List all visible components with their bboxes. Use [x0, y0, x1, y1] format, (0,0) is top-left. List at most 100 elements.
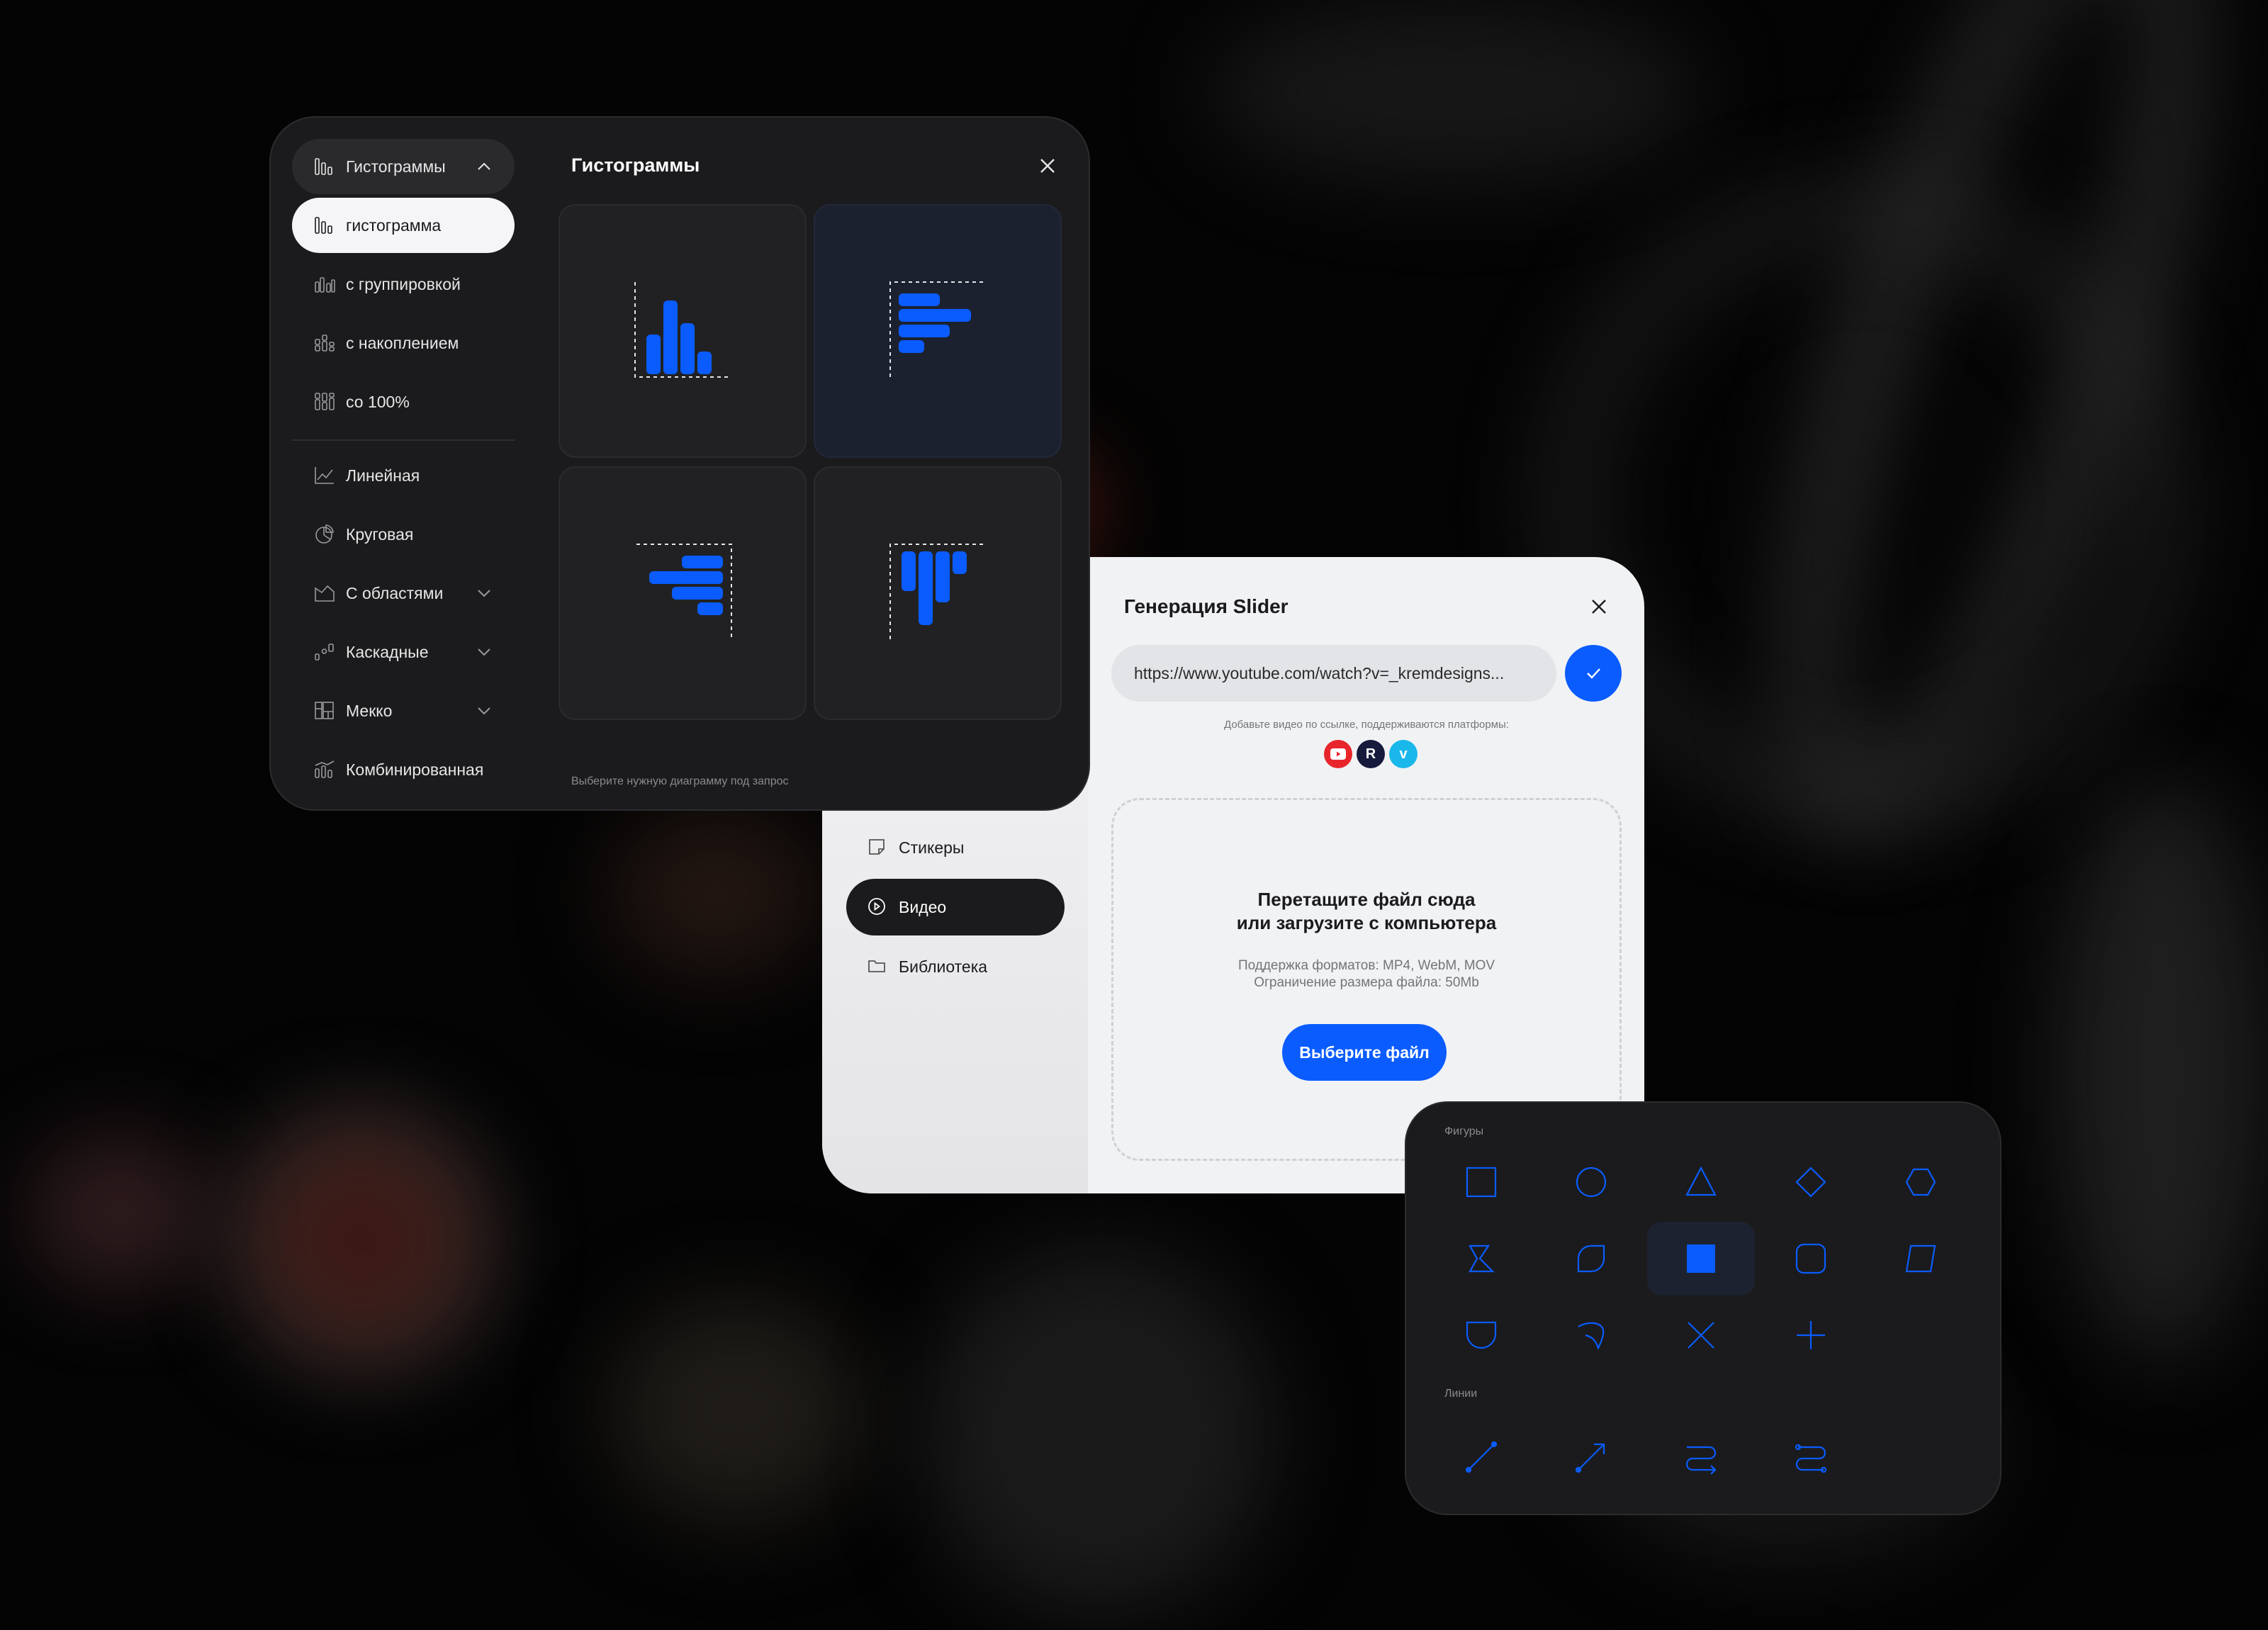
plus-icon [1797, 1321, 1825, 1349]
hexagon-icon [1905, 1168, 1936, 1196]
shapes-panel: Фигуры Линии [1405, 1101, 2002, 1515]
shape-sigma[interactable] [1427, 1222, 1535, 1295]
menu-item-label: Стикеры [899, 838, 965, 857]
sticker-icon [866, 836, 889, 859]
sidebar-item-waterfall[interactable]: Каскадные [292, 624, 515, 680]
bar-chart-icon [312, 214, 337, 237]
horizontal-bars-right-preview-icon [636, 544, 732, 639]
confirm-button[interactable] [1565, 645, 1622, 702]
chevron-down-icon[interactable] [475, 702, 493, 720]
hook-icon [1578, 1322, 1605, 1350]
menu-item-library[interactable]: Библиотека [846, 938, 1065, 995]
shape-filled-square[interactable] [1647, 1222, 1755, 1295]
tile-vertical-bars-down[interactable] [814, 466, 1062, 720]
menu-item-label: Видео [899, 897, 947, 916]
size-limit: Ограничение размера файла: 50Mb [1254, 975, 1479, 990]
chart-variant-grid [558, 204, 1062, 730]
bg-shape [610, 808, 822, 978]
video-url-input[interactable]: https://www.youtube.com/watch?v=_kremdes… [1111, 645, 1556, 702]
sigma-icon [1469, 1244, 1495, 1273]
rutube-icon: R [1357, 740, 1385, 768]
sidebar-item-area[interactable]: С областями [292, 566, 515, 621]
connector-rounded-icon [1795, 1444, 1827, 1473]
drop-zone-info: Поддержка форматов: MP4, WebM, MOV Огран… [1113, 957, 1619, 991]
menu-item-label: Библиотека [899, 957, 988, 976]
video-panel-menu: Стикеры Видео Библиотека [846, 819, 1065, 998]
sidebar-item-label: со 100% [346, 392, 410, 411]
shape-rounded-square[interactable] [1757, 1222, 1865, 1295]
shape-circle[interactable] [1537, 1145, 1645, 1219]
line-connector-rounded[interactable] [1757, 1420, 1865, 1494]
sidebar-item-stacked[interactable]: с накоплением [292, 315, 515, 371]
shape-shield[interactable] [1427, 1298, 1535, 1372]
shape-diamond[interactable] [1757, 1145, 1865, 1219]
grouped-bar-icon [312, 273, 337, 296]
combo-chart-icon [312, 758, 337, 781]
panel-title: Гистограммы [571, 154, 700, 176]
area-chart-icon [312, 582, 337, 605]
sidebar-item-label: Круговая [346, 524, 414, 544]
sidebar-group-histograms[interactable]: Гистограммы [292, 139, 515, 194]
sidebar-item-combo[interactable]: Комбинированная [292, 742, 515, 797]
rounded-square-icon [1795, 1243, 1826, 1274]
drop-title-line: или загрузите с компьютера [1236, 912, 1497, 933]
platform-icons: R v [1324, 740, 1418, 768]
histogram-panel: Гистограммы гистограмма с группировкой с… [269, 116, 1090, 811]
sidebar-item-label: с накоплением [346, 333, 459, 352]
circle-icon [1576, 1167, 1607, 1198]
vertical-bars-down-preview-icon [889, 544, 987, 639]
shape-hexagon[interactable] [1867, 1145, 1975, 1219]
arrow-line-icon [1575, 1443, 1605, 1473]
folder-icon [866, 955, 889, 978]
shapes-section-label: Фигуры [1444, 1125, 1484, 1137]
connector-icon [1685, 1446, 1717, 1475]
choose-file-button[interactable]: Выберите файл [1282, 1024, 1447, 1081]
sidebar-item-label: Комбинированная [346, 760, 484, 779]
shape-triangle[interactable] [1647, 1145, 1755, 1219]
shape-square[interactable] [1427, 1145, 1535, 1219]
sidebar-item-pie[interactable]: Круговая [292, 507, 515, 562]
bg-shape [610, 1297, 865, 1524]
lines-section-label: Линии [1444, 1388, 1478, 1400]
vimeo-icon: v [1389, 740, 1418, 768]
sidebar-item-histogram[interactable]: гистограмма [292, 198, 515, 253]
bg-shape [28, 1134, 213, 1290]
line-connector[interactable] [1647, 1420, 1755, 1494]
menu-item-stickers[interactable]: Стикеры [846, 819, 1065, 876]
sidebar-item-label: Линейная [346, 466, 420, 485]
chevron-down-icon[interactable] [475, 584, 493, 602]
triangle-icon [1685, 1166, 1717, 1196]
panel-hint: Выберите нужную диаграмму под запрос [571, 775, 789, 787]
shape-plus[interactable] [1757, 1298, 1865, 1372]
tile-horizontal-bars-right[interactable] [558, 466, 807, 720]
sidebar-item-grouped[interactable]: с группировкой [292, 257, 515, 312]
sidebar-item-stacked-100[interactable]: со 100% [292, 374, 515, 429]
shield-icon [1466, 1321, 1497, 1349]
shape-leaf[interactable] [1537, 1222, 1645, 1295]
shape-cross-x[interactable] [1647, 1298, 1755, 1372]
waterfall-chart-icon [312, 641, 337, 663]
close-icon[interactable] [1588, 595, 1610, 618]
bg-shape [1205, 0, 1701, 184]
shape-parallelogram[interactable] [1867, 1222, 1975, 1295]
line-icon [1465, 1441, 1498, 1473]
bg-shape [2055, 780, 2268, 1361]
shape-hook[interactable] [1537, 1298, 1645, 1372]
tile-vertical-bars[interactable] [558, 204, 807, 458]
sidebar-item-line[interactable]: Линейная [292, 448, 515, 503]
youtube-icon [1324, 740, 1352, 768]
drop-title-line: Перетащите файл сюда [1257, 889, 1476, 910]
pie-chart-icon [312, 523, 337, 546]
vertical-bars-preview-icon [634, 282, 731, 378]
stacked-100-icon [312, 390, 337, 413]
close-icon[interactable] [1036, 154, 1059, 177]
sidebar-item-mekko[interactable]: Мекко [292, 683, 515, 738]
sidebar-item-label: С областями [346, 583, 444, 602]
chevron-down-icon[interactable] [475, 643, 493, 661]
line-straight[interactable] [1427, 1420, 1535, 1494]
chart-type-sidebar: Гистограммы гистограмма с группировкой с… [292, 139, 515, 801]
menu-item-video[interactable]: Видео [846, 879, 1065, 935]
tile-horizontal-bars[interactable] [814, 204, 1062, 458]
line-arrow[interactable] [1537, 1420, 1645, 1494]
leaf-icon [1577, 1244, 1605, 1273]
